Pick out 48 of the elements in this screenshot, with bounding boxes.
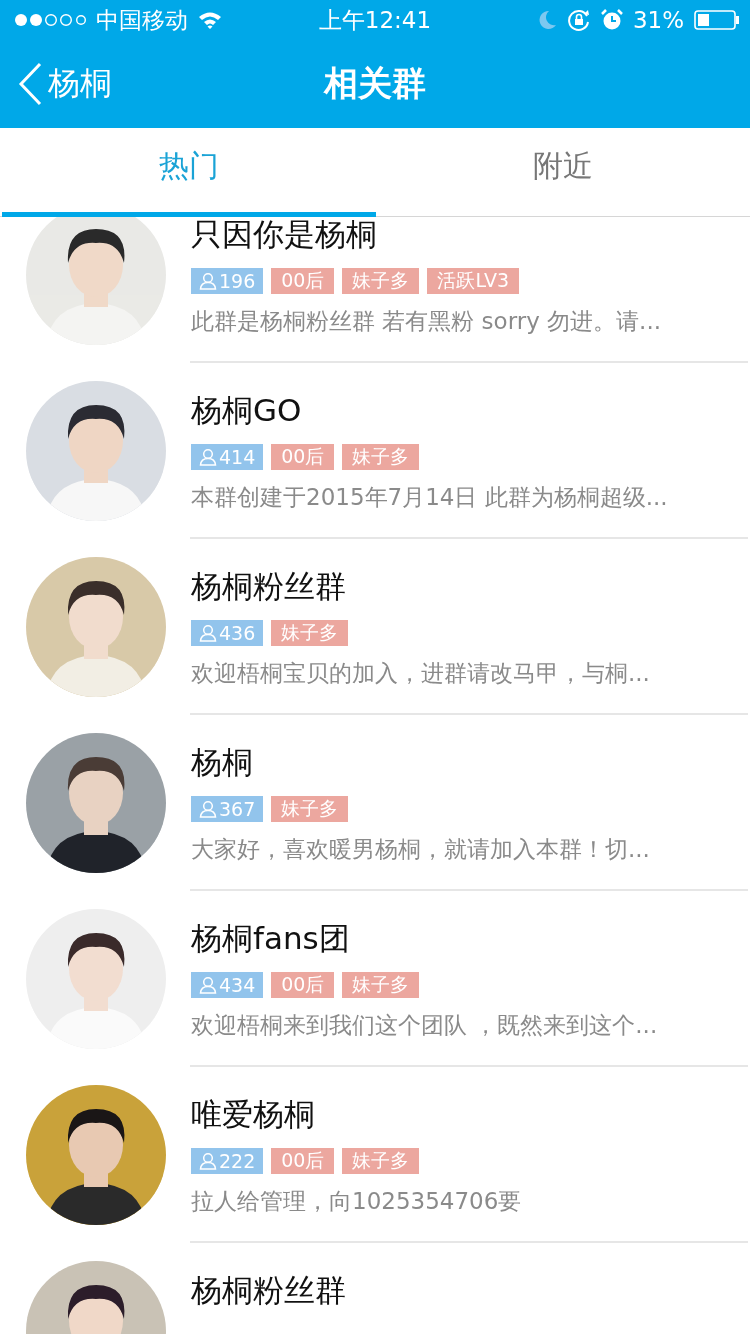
group-name[interactable]: 杨桐粉丝群 (191, 1270, 346, 1312)
member-count: 436 (191, 620, 264, 646)
page-title: 相关群 (324, 62, 426, 105)
carrier-name: 中国移动 (96, 5, 188, 35)
group-tag: 活跃LV3 (427, 268, 520, 294)
group-name[interactable]: 杨桐粉丝群 (191, 566, 650, 608)
group-tag: 妹子多 (342, 1148, 420, 1174)
signal-icon (14, 13, 86, 27)
wifi-icon (198, 11, 222, 29)
group-tag: 妹子多 (342, 972, 420, 998)
group-description: 大家好，喜欢暖男杨桐，就请加入本群！切... (191, 835, 650, 864)
group-name[interactable]: 杨桐 (191, 742, 650, 784)
group-tag: 00后 (271, 972, 335, 998)
member-count: 222 (191, 1148, 264, 1174)
group-description: 拉人给管理，向1025354706要 (191, 1187, 522, 1216)
group-tag: 00后 (271, 1148, 335, 1174)
rotation-lock-icon (566, 8, 591, 32)
group-description: 欢迎梧桐来到我们这个团队 ，既然来到这个... (191, 1011, 658, 1040)
group-name[interactable]: 杨桐fans团 (191, 918, 658, 960)
group-name[interactable]: 杨桐GO (191, 390, 668, 432)
group-name[interactable]: 唯爱杨桐 (191, 1094, 522, 1136)
person-icon (199, 624, 217, 642)
group-tag: 00后 (271, 268, 335, 294)
battery-icon (694, 10, 740, 30)
group-description: 欢迎梧桐宝贝的加入，进群请改马甲，与桐... (191, 659, 650, 688)
person-icon (199, 448, 217, 466)
person-icon (199, 1152, 217, 1170)
member-count: 414 (191, 444, 264, 470)
member-count: 367 (191, 796, 264, 822)
group-description: 此群是杨桐粉丝群 若有黑粉 sorry 勿进。请... (191, 307, 662, 336)
battery-percent: 31% (632, 7, 684, 33)
tab[interactable]: 附近 (376, 128, 750, 217)
group-description: 本群创建于2015年7月14日 此群为杨桐超级... (191, 483, 668, 512)
group-tag: 妹子多 (271, 620, 349, 646)
member-count: 196 (191, 268, 264, 294)
group-tag: 妹子多 (342, 268, 420, 294)
chevron-left-icon (18, 62, 42, 106)
person-icon (199, 976, 217, 994)
group-tag: 妹子多 (342, 444, 420, 470)
group-tag: 00后 (271, 444, 335, 470)
person-icon (199, 272, 217, 290)
person-icon (199, 800, 217, 818)
member-count: 434 (191, 972, 264, 998)
alarm-icon (600, 9, 623, 31)
status-time: 上午12:41 (318, 5, 432, 35)
moon-icon (538, 10, 557, 30)
group-name[interactable]: 只因你是杨桐 (191, 217, 662, 256)
group-tag: 妹子多 (271, 796, 349, 822)
